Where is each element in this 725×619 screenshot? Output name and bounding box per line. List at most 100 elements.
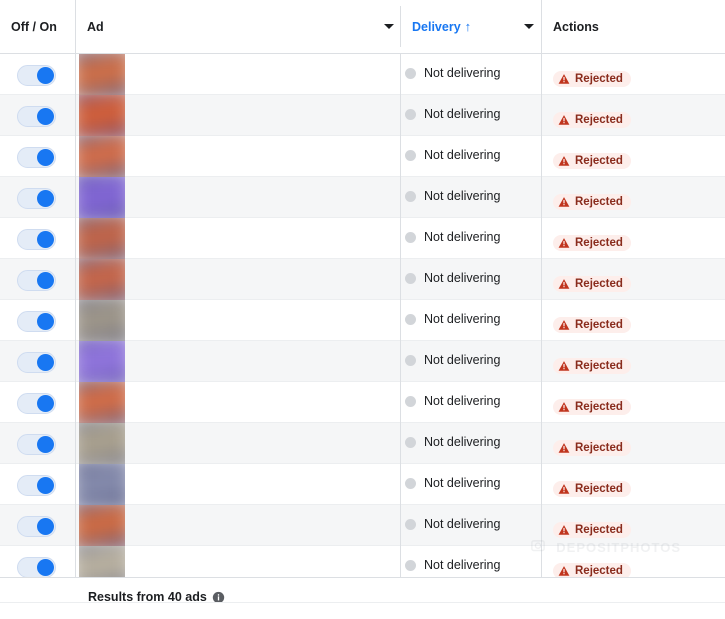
- ad-toggle-switch[interactable]: [17, 475, 56, 496]
- actions-cell: Rejected: [553, 481, 631, 500]
- status-badge-rejected[interactable]: Rejected: [553, 235, 631, 251]
- status-badge-rejected[interactable]: Rejected: [553, 522, 631, 538]
- status-badge-rejected[interactable]: Rejected: [553, 317, 631, 333]
- table-row[interactable]: Not delivering Rejected: [0, 300, 725, 341]
- warning-triangle-icon: [558, 525, 570, 535]
- ad-thumbnail-image: [79, 95, 125, 136]
- ad-thumbnail[interactable]: [79, 505, 125, 546]
- warning-triangle-icon: [558, 566, 570, 576]
- column-header-off-on[interactable]: Off / On: [11, 0, 73, 53]
- status-badge-rejected[interactable]: Rejected: [553, 481, 631, 497]
- status-badge-rejected[interactable]: Rejected: [553, 399, 631, 415]
- table-row[interactable]: Not delivering Rejected: [0, 505, 725, 546]
- status-badge-rejected[interactable]: Rejected: [553, 276, 631, 292]
- toggle-track: [17, 475, 56, 496]
- delivery-status: Not delivering: [405, 312, 500, 326]
- ad-toggle-switch[interactable]: [17, 393, 56, 414]
- status-badge-rejected[interactable]: Rejected: [553, 71, 631, 87]
- delivery-status-label: Not delivering: [424, 517, 501, 531]
- status-badge-label: Rejected: [575, 565, 623, 577]
- toggle-track: [17, 311, 56, 332]
- ad-toggle-switch[interactable]: [17, 229, 56, 250]
- status-badge-rejected[interactable]: Rejected: [553, 112, 631, 128]
- table-row[interactable]: Not delivering Rejected: [0, 136, 725, 177]
- status-badge-label: Rejected: [575, 73, 623, 85]
- table-row[interactable]: Not delivering Rejected: [0, 54, 725, 95]
- toggle-track: [17, 188, 56, 209]
- ad-toggle-switch[interactable]: [17, 106, 56, 127]
- ad-thumbnail[interactable]: [79, 423, 125, 464]
- ad-toggle-switch[interactable]: [17, 557, 56, 578]
- status-badge-rejected[interactable]: Rejected: [553, 440, 631, 456]
- table-row[interactable]: Not delivering Rejected: [0, 95, 725, 136]
- status-dot-icon: [405, 313, 416, 325]
- warning-triangle-icon: [558, 238, 570, 248]
- delivery-status: Not delivering: [405, 353, 500, 367]
- toggle-knob: [37, 108, 54, 125]
- column-header-actions[interactable]: Actions: [553, 0, 673, 53]
- chevron-down-icon-delivery[interactable]: [524, 24, 534, 29]
- delivery-status: Not delivering: [405, 476, 500, 490]
- ad-thumbnail[interactable]: [79, 341, 125, 382]
- ad-toggle-switch[interactable]: [17, 65, 56, 86]
- actions-cell: Rejected: [553, 522, 631, 541]
- column-header-ad[interactable]: Ad: [87, 0, 387, 53]
- ad-toggle-switch[interactable]: [17, 188, 56, 209]
- chevron-down-icon-ad[interactable]: [384, 24, 394, 29]
- ad-thumbnail[interactable]: [79, 464, 125, 505]
- ad-thumbnail-image: [79, 136, 125, 177]
- warning-triangle-icon: [558, 197, 570, 207]
- ad-toggle-switch[interactable]: [17, 147, 56, 168]
- table-row[interactable]: Not delivering Rejected: [0, 423, 725, 464]
- ad-thumbnail-image: [79, 423, 125, 464]
- table-row[interactable]: Not delivering Rejected: [0, 177, 725, 218]
- toggle-track: [17, 393, 56, 414]
- ad-thumbnail[interactable]: [79, 95, 125, 136]
- ad-thumbnail[interactable]: [79, 259, 125, 300]
- delivery-status: Not delivering: [405, 107, 500, 121]
- ad-thumbnail-image: [79, 218, 125, 259]
- ad-thumbnail[interactable]: [79, 382, 125, 423]
- ad-toggle-switch[interactable]: [17, 434, 56, 455]
- status-badge-rejected[interactable]: Rejected: [553, 153, 631, 169]
- sort-ascending-icon: ↑: [464, 19, 472, 34]
- ad-thumbnail[interactable]: [79, 54, 125, 95]
- toggle-knob: [37, 477, 54, 494]
- delivery-status: Not delivering: [405, 517, 500, 531]
- ad-toggle-switch[interactable]: [17, 516, 56, 537]
- ad-toggle-switch[interactable]: [17, 352, 56, 373]
- delivery-status: Not delivering: [405, 148, 500, 162]
- toggle-knob: [37, 67, 54, 84]
- status-dot-icon: [405, 559, 416, 571]
- column-header-delivery[interactable]: Delivery ↑: [412, 0, 522, 53]
- ad-toggle-switch[interactable]: [17, 311, 56, 332]
- table-row[interactable]: Not delivering Rejected: [0, 259, 725, 300]
- delivery-status-label: Not delivering: [424, 66, 501, 80]
- table-row[interactable]: Not delivering Rejected: [0, 546, 725, 578]
- status-badge-label: Rejected: [575, 483, 623, 495]
- table-row[interactable]: Not delivering Rejected: [0, 382, 725, 423]
- delivery-status-label: Not delivering: [424, 271, 501, 285]
- status-badge-rejected[interactable]: Rejected: [553, 358, 631, 374]
- ad-thumbnail[interactable]: [79, 136, 125, 177]
- ad-thumbnail[interactable]: [79, 177, 125, 218]
- table-row[interactable]: Not delivering Rejected: [0, 341, 725, 382]
- delivery-status-label: Not delivering: [424, 435, 501, 449]
- ad-thumbnail-image: [79, 300, 125, 341]
- actions-cell: Rejected: [553, 112, 631, 131]
- table-body: Not delivering Rejected Not delivering Reje…: [0, 54, 725, 578]
- ad-thumbnail[interactable]: [79, 218, 125, 259]
- ad-thumbnail[interactable]: [79, 546, 125, 578]
- table-row[interactable]: Not delivering Rejected: [0, 218, 725, 259]
- table-row[interactable]: Not delivering Rejected: [0, 464, 725, 505]
- ad-toggle-switch[interactable]: [17, 270, 56, 291]
- status-badge-rejected[interactable]: Rejected: [553, 563, 631, 578]
- status-dot-icon: [405, 395, 416, 407]
- ad-thumbnail[interactable]: [79, 300, 125, 341]
- ad-thumbnail-image: [79, 505, 125, 546]
- warning-triangle-icon: [558, 279, 570, 289]
- status-badge-rejected[interactable]: Rejected: [553, 194, 631, 210]
- toggle-track: [17, 147, 56, 168]
- toggle-knob: [37, 149, 54, 166]
- status-badge-label: Rejected: [575, 278, 623, 290]
